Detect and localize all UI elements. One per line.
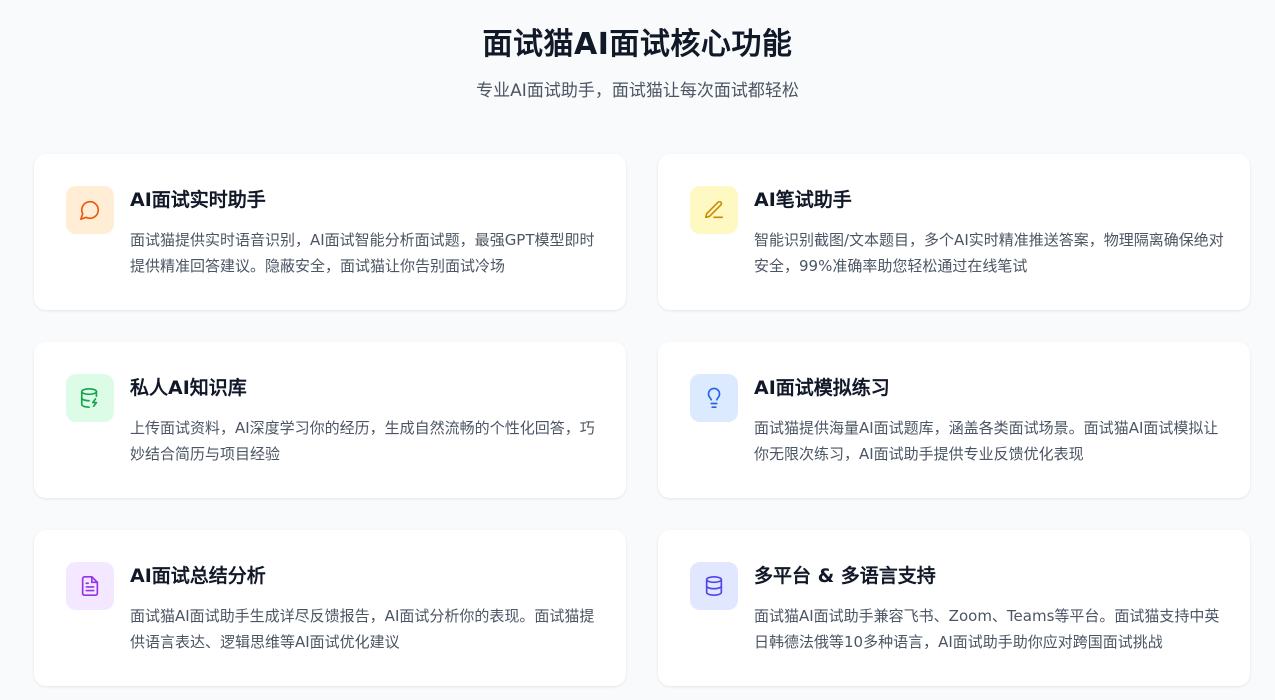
feature-title: AI面试总结分析 <box>130 565 266 587</box>
section-title: 面试猫AI面试核心功能 <box>482 27 793 62</box>
feature-title: AI面试模拟练习 <box>754 377 890 399</box>
feature-icon-box <box>690 186 738 234</box>
feature-title: AI面试实时助手 <box>130 189 266 211</box>
section-subtitle: 专业AI面试助手，面试猫让每次面试都轻松 <box>476 81 799 101</box>
feature-icon-box <box>66 562 114 610</box>
feature-card-realtime-assistant: AI面试实时助手 面试猫提供实时语音识别，AI面试智能分析面试题，最强GPT模型… <box>34 154 626 310</box>
feature-description: 面试猫AI面试助手生成详尽反馈报告，AI面试分析你的表现。面试猫提供语言表达、逻… <box>130 607 595 651</box>
feature-description: 面试猫提供海量AI面试题库，涵盖各类面试场景。面试猫AI面试模拟让你无限次练习，… <box>754 419 1219 463</box>
features-section: 面试猫AI面试核心功能 专业AI面试助手，面试猫让每次面试都轻松 AI面试实时助… <box>0 0 1275 700</box>
feature-description: 上传面试资料，AI深度学习你的经历，生成自然流畅的个性化回答，巧妙结合简历与项目… <box>130 419 595 463</box>
feature-icon-box <box>690 374 738 422</box>
feature-icon-box <box>690 562 738 610</box>
feature-icon-box <box>66 374 114 422</box>
feature-title: 多平台 & 多语言支持 <box>754 565 936 587</box>
feature-card-written-test: AI笔试助手 智能识别截图/文本题目，多个AI实时精准推送答案，物理隔离确保绝对… <box>658 154 1250 310</box>
feature-title: AI笔试助手 <box>754 189 852 211</box>
chat-bubble-icon <box>80 200 100 220</box>
feature-card-knowledge-base: 私人AI知识库 上传面试资料，AI深度学习你的经历，生成自然流畅的个性化回答，巧… <box>34 342 626 498</box>
feature-description: 面试猫AI面试助手兼容飞书、Zoom、Teams等平台。面试猫支持中英日韩德法俄… <box>754 607 1220 651</box>
feature-icon-box <box>66 186 114 234</box>
feature-description: 智能识别截图/文本题目，多个AI实时精准推送答案，物理隔离确保绝对安全，99%准… <box>754 231 1224 275</box>
database-bolt-icon <box>80 388 98 408</box>
pencil-icon <box>704 200 724 219</box>
database-icon <box>705 576 723 596</box>
feature-description: 面试猫提供实时语音识别，AI面试智能分析面试题，最强GPT模型即时提供精准回答建… <box>130 231 595 275</box>
feature-card-mock-practice: AI面试模拟练习 面试猫提供海量AI面试题库，涵盖各类面试场景。面试猫AI面试模… <box>658 342 1250 498</box>
feature-title: 私人AI知识库 <box>130 377 247 399</box>
lightbulb-icon <box>707 387 721 408</box>
document-icon <box>81 576 99 596</box>
feature-card-summary-analysis: AI面试总结分析 面试猫AI面试助手生成详尽反馈报告，AI面试分析你的表现。面试… <box>34 530 626 686</box>
feature-card-multi-platform: 多平台 & 多语言支持 面试猫AI面试助手兼容飞书、Zoom、Teams等平台。… <box>658 530 1250 686</box>
